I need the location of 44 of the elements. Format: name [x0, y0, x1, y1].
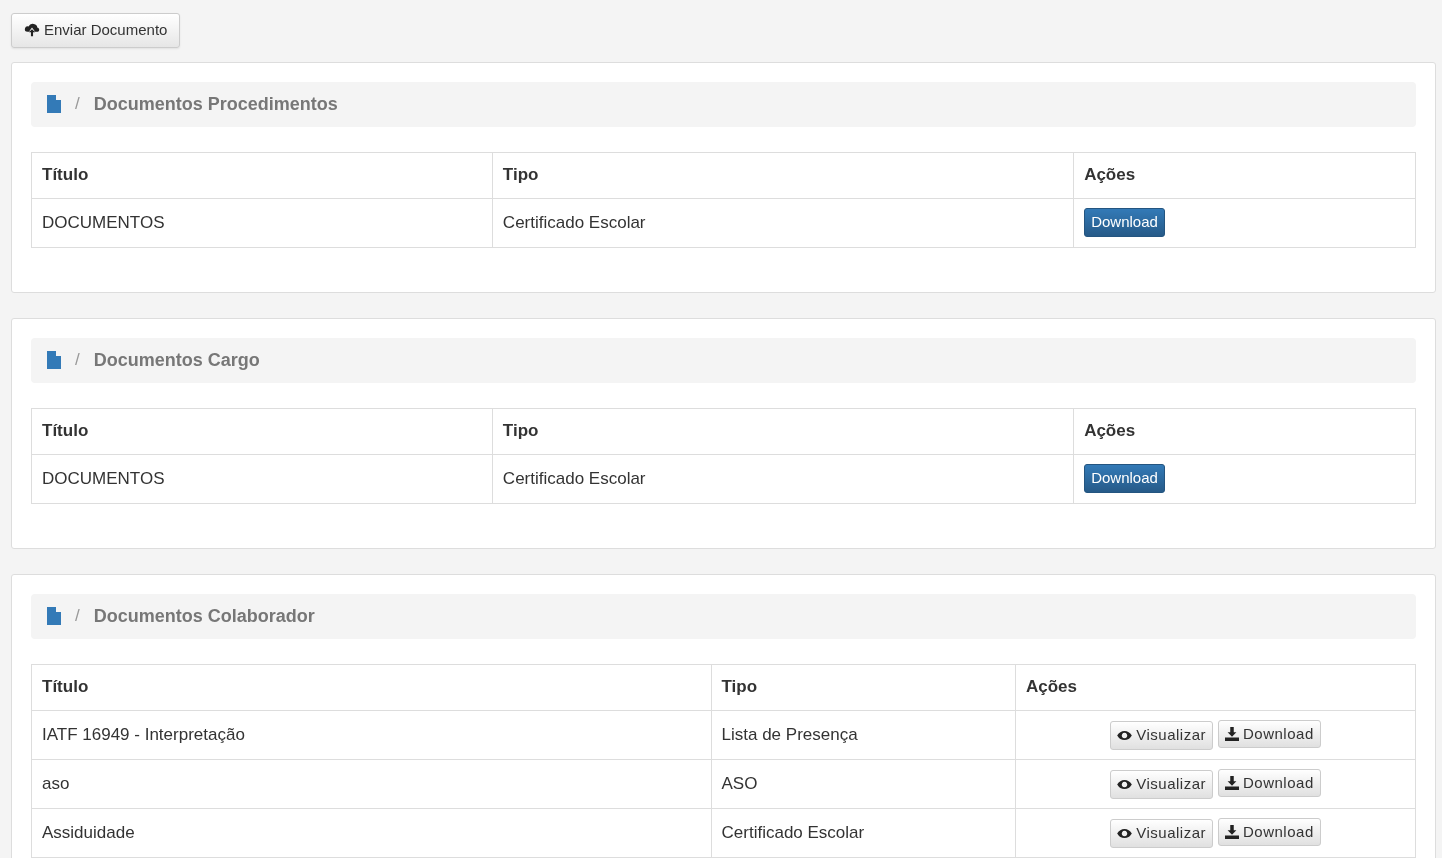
column-header: Título [31, 664, 712, 710]
table-cell: Lista de Presença [711, 710, 1016, 759]
download-icon [1225, 824, 1239, 839]
eye-icon [1117, 827, 1133, 839]
column-header: Tipo [492, 152, 1074, 198]
table-cell: Certificado Escolar [492, 454, 1074, 503]
breadcrumb-separator: / [75, 93, 80, 116]
column-header: Ações [1073, 408, 1416, 454]
upload-cloud-icon [24, 23, 40, 38]
download-button[interactable]: Download [1218, 768, 1321, 797]
table-cell: aso [31, 759, 712, 808]
table-cell: ASO [711, 759, 1016, 808]
column-header: Título [31, 152, 493, 198]
download-button[interactable]: Download [1218, 817, 1321, 846]
download-icon [1225, 775, 1239, 790]
breadcrumb-separator: / [75, 605, 80, 628]
column-header: Tipo [492, 408, 1074, 454]
view-button[interactable]: Visualizar [1110, 721, 1213, 750]
table-cell: Assiduidade [31, 808, 712, 857]
view-button[interactable]: Visualizar [1110, 819, 1213, 848]
eye-icon [1117, 778, 1133, 790]
column-header: Título [31, 408, 493, 454]
document-icon [47, 95, 61, 113]
upload-document-button[interactable]: Enviar Documento [11, 13, 181, 48]
breadcrumb-separator: / [75, 349, 80, 372]
table-cell: Certificado Escolar [492, 198, 1074, 247]
eye-icon [1117, 729, 1133, 741]
document-icon [47, 607, 61, 625]
table-cell: DOCUMENTOS [31, 198, 493, 247]
download-button[interactable]: Download [1218, 719, 1321, 748]
download-icon [1225, 726, 1239, 741]
column-header: Tipo [711, 664, 1016, 710]
table-cell: DOCUMENTOS [31, 454, 493, 503]
view-button[interactable]: Visualizar [1110, 770, 1213, 799]
table-cell: IATF 16949 - Interpretação [31, 710, 712, 759]
section-title: Documentos Cargo [93, 348, 260, 372]
download-button[interactable]: Download [1084, 208, 1165, 237]
table-cell: Certificado Escolar [711, 808, 1016, 857]
column-header: Ações [1073, 152, 1416, 198]
download-button[interactable]: Download [1084, 464, 1165, 493]
section-title: Documentos Colaborador [93, 604, 315, 628]
column-header: Ações [1015, 664, 1416, 710]
document-icon [47, 351, 61, 369]
section-title: Documentos Procedimentos [93, 92, 338, 116]
